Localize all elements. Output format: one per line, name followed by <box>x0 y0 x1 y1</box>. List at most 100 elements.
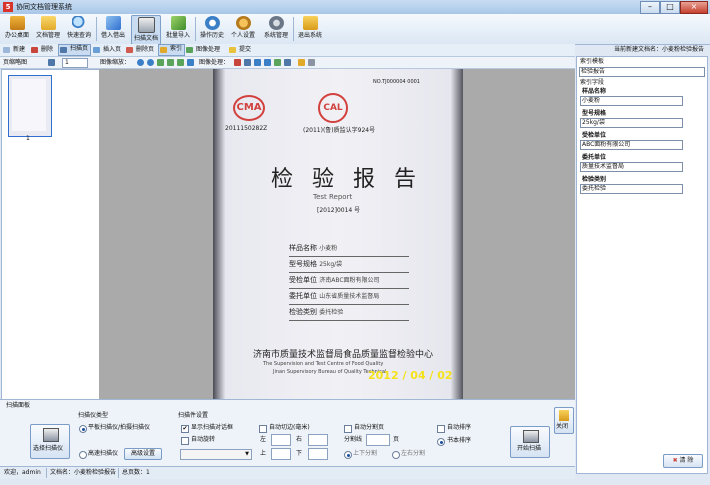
status-pages: 总页数：1 <box>122 469 150 476</box>
close-icon <box>559 410 569 421</box>
index-panel: 索引模板 检验报告 索引字段 样品名称 小麦粉 型号规格 25kg/袋 受检单位… <box>576 56 708 474</box>
actual-size-icon[interactable] <box>187 59 194 66</box>
zoom-out-icon[interactable] <box>147 59 154 66</box>
fit-width-icon[interactable] <box>157 59 164 66</box>
rotate-dropdown[interactable]: ▼ <box>180 449 252 460</box>
flip-icon[interactable] <box>274 59 281 66</box>
scan-panel-title: 扫描面板 <box>6 402 31 409</box>
crop-right-input[interactable] <box>308 434 328 446</box>
thumbnail-image <box>12 79 46 131</box>
delete-button[interactable]: 删除 <box>30 45 55 55</box>
crop-bottom-input[interactable] <box>308 448 328 460</box>
crop-top-input[interactable] <box>271 448 291 460</box>
scan-page-icon <box>60 47 67 53</box>
fit-height-icon[interactable] <box>167 59 174 66</box>
delete-icon <box>31 47 38 53</box>
doc-field-row: 委托单位 山东省质量技术监督局 <box>289 289 409 305</box>
page-thumbnail[interactable] <box>8 75 52 137</box>
insert-page-button[interactable]: 插入页 <box>92 45 123 55</box>
auto-rotate-checkbox[interactable] <box>181 437 189 445</box>
template-select[interactable]: 检验报告 <box>579 67 705 77</box>
toolbar-button-docs[interactable]: 文档管理 <box>34 15 62 43</box>
status-bar: 欢迎，admin 文档名：小麦粉检验报告 总页数：1 <box>0 466 575 479</box>
document-toolbar: 新建 删除 扫描页 插入页 删除页 索引 图像处理 提交 <box>0 44 575 57</box>
field-input[interactable]: 25kg/袋 <box>580 118 683 128</box>
scanner-icon <box>43 428 59 442</box>
maximize-button[interactable]: □ <box>660 1 680 14</box>
toolbar-button-exit[interactable]: 退出系统 <box>296 15 324 43</box>
thumbnail-label: 页缩略图 <box>3 59 28 66</box>
import-icon <box>170 16 186 30</box>
auto-crop-checkbox[interactable] <box>259 425 267 433</box>
report-number: [2012]0014 号 <box>317 207 361 214</box>
document-subtitle: Test Report <box>313 193 353 201</box>
clear-button[interactable]: ✖ 清 除 <box>663 454 703 468</box>
deskew-icon[interactable] <box>244 59 251 66</box>
image-process-button[interactable]: 图像处理 <box>185 45 222 55</box>
toolbar-button-desktop[interactable]: 办公桌面 <box>3 15 31 43</box>
split-line-input[interactable] <box>366 434 390 446</box>
field-input[interactable]: ABC面粉有限公司 <box>580 140 683 150</box>
close-window-button[interactable]: × <box>680 1 708 14</box>
field-input[interactable]: 委托检验 <box>580 184 683 194</box>
radio-split-updown[interactable] <box>344 451 352 459</box>
field-input[interactable]: 质量技术监督局 <box>580 162 683 172</box>
show-dialog-checkbox[interactable]: ✔ <box>181 425 189 433</box>
new-button[interactable]: 新建 <box>2 45 27 55</box>
page-nav-icon[interactable] <box>48 59 55 66</box>
index-icon <box>160 47 167 53</box>
field-label: 型号规格 <box>582 110 607 117</box>
radio-book-sort[interactable] <box>437 438 445 446</box>
field-label: 检验类别 <box>582 176 607 183</box>
scanner-icon <box>523 430 539 443</box>
radio-highspeed[interactable] <box>79 451 87 459</box>
document-title: 检 验 报 告 <box>271 167 422 192</box>
delete-page-icon <box>126 47 133 53</box>
rotate-right-icon[interactable] <box>264 59 271 66</box>
radio-flatbed[interactable] <box>79 425 87 433</box>
start-scan-button[interactable]: 开始扫描 <box>510 426 550 458</box>
thumbnail-panel: 1 <box>1 69 100 401</box>
crop-icon[interactable] <box>234 59 241 66</box>
toolbar-button-search[interactable]: 快速查询 <box>65 15 93 43</box>
history-icon <box>204 16 220 30</box>
advanced-settings-button[interactable]: 高级设置 <box>124 448 162 460</box>
index-button[interactable]: 索引 <box>158 44 186 56</box>
page-select[interactable]: 1 <box>62 58 88 68</box>
radio-split-leftright[interactable] <box>392 451 400 459</box>
save-image-icon[interactable] <box>298 59 305 66</box>
clear-icon: ✖ <box>672 457 678 464</box>
mirror-icon[interactable] <box>284 59 291 66</box>
date-stamp: 2012 / 04 / 02 <box>368 369 453 382</box>
auto-sort-label: 自动排序 <box>447 424 472 431</box>
auto-sort-checkbox[interactable] <box>437 425 445 433</box>
select-scanner-button[interactable]: 选择扫描仪 <box>30 424 70 459</box>
toolbar-button-personal[interactable]: 个人设置 <box>229 15 257 43</box>
toolbar-button-scan[interactable]: 扫描文档 <box>131 15 161 45</box>
close-panel-button[interactable]: 关闭 <box>554 407 574 434</box>
zoom-in-icon[interactable] <box>137 59 144 66</box>
user-settings-icon <box>235 16 251 30</box>
minimize-button[interactable]: – <box>640 1 660 14</box>
toolbar-button-system[interactable]: 系统管理 <box>262 15 290 43</box>
toolbar-button-import[interactable]: 批量导入 <box>164 15 192 43</box>
window-title: 协同文档管理系统 <box>16 3 72 11</box>
toolbar-button-borrow[interactable]: 借入借出 <box>99 15 127 43</box>
document-fields: 样品名称 小麦粉 型号规格 25kg/袋 受检单位 济南ABC面粉有限公司 委托… <box>289 241 409 321</box>
fit-page-icon[interactable] <box>177 59 184 66</box>
field-input[interactable]: 小麦粉 <box>580 96 683 106</box>
home-icon <box>9 16 25 30</box>
print-icon[interactable] <box>308 59 315 66</box>
toolbar-button-history[interactable]: 操作历史 <box>198 15 226 43</box>
crop-left-label: 左 <box>260 436 267 443</box>
delete-page-button[interactable]: 删除页 <box>125 45 156 55</box>
scan-page-button[interactable]: 扫描页 <box>58 44 92 56</box>
image-viewer[interactable]: NO.TJ000004 0001 CMA CAL 2011150282Z (20… <box>99 69 575 399</box>
new-icon <box>3 47 10 53</box>
borrow-icon <box>105 16 121 30</box>
submit-button[interactable]: 提交 <box>228 45 253 55</box>
toolbar-separator <box>195 17 196 41</box>
crop-left-input[interactable] <box>271 434 291 446</box>
auto-split-checkbox[interactable] <box>344 425 352 433</box>
rotate-left-icon[interactable] <box>254 59 261 66</box>
